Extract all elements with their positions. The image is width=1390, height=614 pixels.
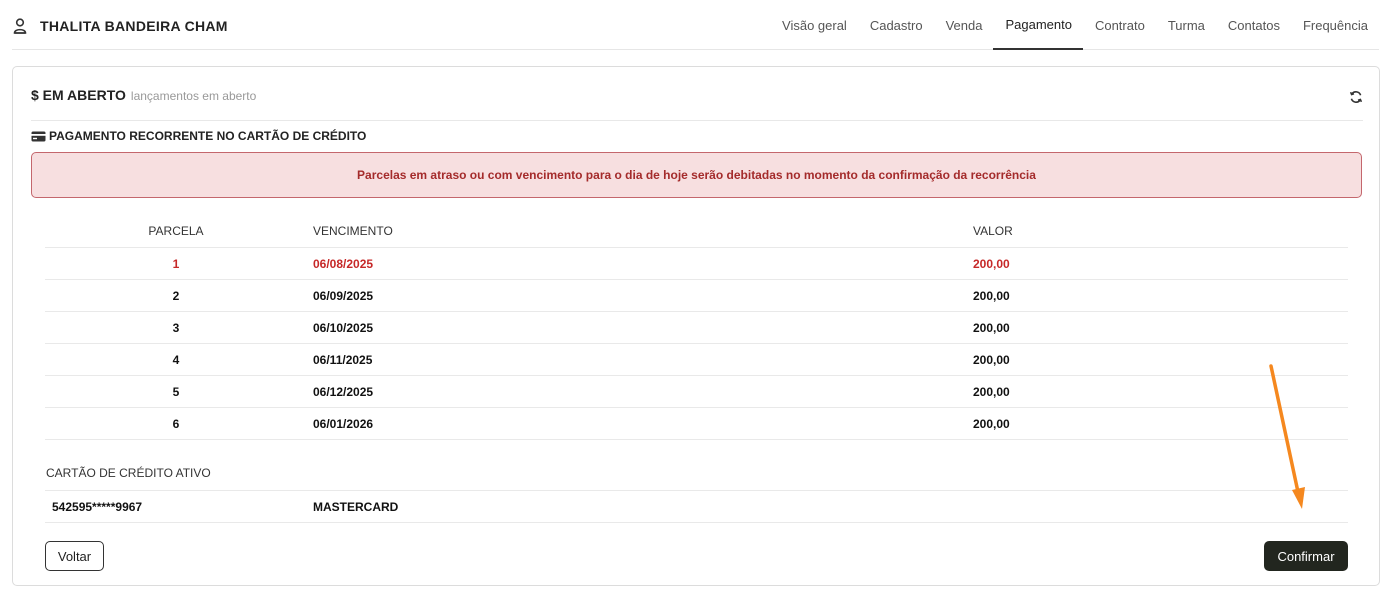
cell-vencimento: 06/10/2025 [313,321,374,335]
installments-table: PARCELA VENCIMENTO VALOR 1 06/08/2025 20… [45,215,1348,440]
overdue-alert: Parcelas em atraso ou com vencimento par… [31,152,1362,198]
cell-parcela: 5 [172,385,180,399]
table-row: 4 06/11/2025 200,00 [45,344,1348,376]
cell-vencimento: 06/12/2025 [313,385,374,399]
nav-tabs: Visão geral Cadastro Venda Pagamento Con… [770,0,1379,50]
active-card-row: 542595*****9967 MASTERCARD [45,491,1348,523]
active-card-title: CARTÃO DE CRÉDITO ATIVO [46,466,211,480]
tab-frequencia[interactable]: Frequência [1291,0,1379,50]
cell-vencimento: 06/09/2025 [313,289,374,303]
section-title-text: PAGAMENTO RECORRENTE NO CARTÃO DE CRÉDIT… [49,129,367,143]
cell-valor: 200,00 [973,321,1010,335]
confirm-button[interactable]: Confirmar [1264,541,1348,571]
open-payments-card: $ EM ABERTO lançamentos em aberto PAGAME… [12,66,1380,586]
cell-vencimento: 06/11/2025 [313,353,373,367]
table-row: 5 06/12/2025 200,00 [45,376,1348,408]
cell-parcela: 6 [172,417,180,431]
cell-vencimento: 06/08/2025 [313,257,374,271]
student-header: THALITA BANDEIRA CHAM [12,16,228,36]
column-header-parcela: PARCELA [148,224,204,238]
student-name: THALITA BANDEIRA CHAM [40,18,228,34]
cell-valor: 200,00 [973,385,1010,399]
cell-parcela: 4 [172,353,180,367]
user-icon [13,18,27,34]
card-brand: MASTERCARD [313,500,399,514]
section-title: PAGAMENTO RECORRENTE NO CARTÃO DE CRÉDIT… [31,129,366,143]
cell-valor: 200,00 [973,417,1010,431]
column-header-vencimento: VENCIMENTO [313,224,393,238]
tab-venda[interactable]: Venda [934,0,994,50]
cell-parcela: 3 [172,321,180,335]
card-number: 542595*****9967 [52,500,143,514]
refresh-icon[interactable] [1349,90,1363,104]
tab-pagamento[interactable]: Pagamento [993,0,1083,50]
tab-cadastro[interactable]: Cadastro [858,0,934,50]
back-button[interactable]: Voltar [45,541,104,571]
cell-valor: 200,00 [973,353,1010,367]
tab-contatos[interactable]: Contatos [1216,0,1291,50]
table-row: 6 06/01/2026 200,00 [45,408,1348,440]
credit-card-icon [31,131,46,141]
table-row: 1 06/08/2025 200,00 [45,248,1348,280]
card-subtitle: lançamentos em aberto [130,89,257,103]
table-row: 3 06/10/2025 200,00 [45,312,1348,344]
column-header-valor: VALOR [973,224,1013,238]
top-bar: THALITA BANDEIRA CHAM Visão geral Cadast… [12,0,1379,50]
tab-turma[interactable]: Turma [1156,0,1216,50]
table-row: 2 06/09/2025 200,00 [45,280,1348,312]
card-header: $ EM ABERTO lançamentos em aberto [31,87,1363,121]
cell-parcela: 1 [172,257,180,271]
cell-parcela: 2 [172,289,180,303]
tab-contrato[interactable]: Contrato [1083,0,1156,50]
table-header: PARCELA VENCIMENTO VALOR [45,215,1348,248]
card-title-text: $ EM ABERTO [31,87,126,103]
tab-visao-geral[interactable]: Visão geral [770,0,858,50]
cell-vencimento: 06/01/2026 [313,417,374,431]
cell-valor: 200,00 [973,257,1010,271]
card-title: $ EM ABERTO lançamentos em aberto [31,87,256,103]
cell-valor: 200,00 [973,289,1010,303]
